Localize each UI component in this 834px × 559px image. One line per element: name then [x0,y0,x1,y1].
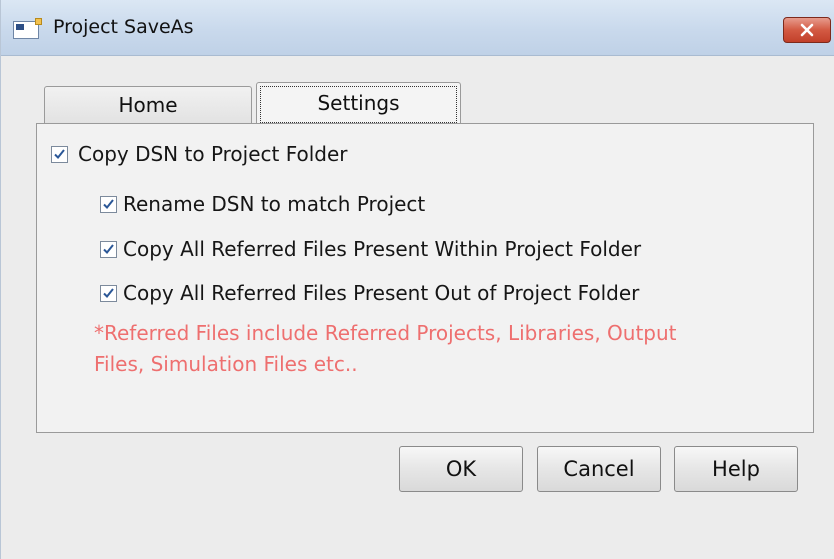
checkmark-icon [103,288,114,298]
checkmark-icon [54,149,65,159]
copy-out-option[interactable]: Copy All Referred Files Present Out of P… [100,281,639,305]
copy-dsn-checkbox[interactable] [51,145,68,163]
project-window-icon [13,18,42,39]
referred-files-note: *Referred Files include Referred Project… [94,318,794,380]
copy-dsn-label: Copy DSN to Project Folder [78,142,348,166]
rename-dsn-option[interactable]: Rename DSN to match Project [100,192,425,216]
window-title: Project SaveAs [53,16,194,38]
rename-dsn-checkbox[interactable] [100,195,117,213]
copy-out-checkbox[interactable] [100,284,117,302]
settings-panel [36,123,814,433]
copy-dsn-option[interactable]: Copy DSN to Project Folder [51,142,348,166]
title-bar[interactable]: Project SaveAs [1,0,834,56]
note-line-1: *Referred Files include Referred Project… [94,321,677,345]
help-button[interactable]: Help [674,446,798,492]
tab-settings[interactable]: Settings [256,82,461,125]
copy-within-option[interactable]: Copy All Referred Files Present Within P… [100,237,641,261]
ok-button[interactable]: OK [399,446,523,492]
copy-within-label: Copy All Referred Files Present Within P… [123,237,642,261]
project-saveas-dialog: Project SaveAs Home Settings Copy DSN to… [0,0,834,559]
focus-outline [260,86,457,123]
copy-out-label: Copy All Referred Files Present Out of P… [123,281,640,305]
close-button[interactable] [783,17,831,43]
rename-dsn-label: Rename DSN to match Project [123,192,426,216]
checkmark-icon [103,199,114,209]
tab-home[interactable]: Home [44,86,252,124]
copy-within-checkbox[interactable] [100,240,117,258]
checkmark-icon [103,244,114,254]
close-icon [800,23,814,37]
note-line-2: Files, Simulation Files etc.. [94,352,358,376]
cancel-button[interactable]: Cancel [537,446,661,492]
